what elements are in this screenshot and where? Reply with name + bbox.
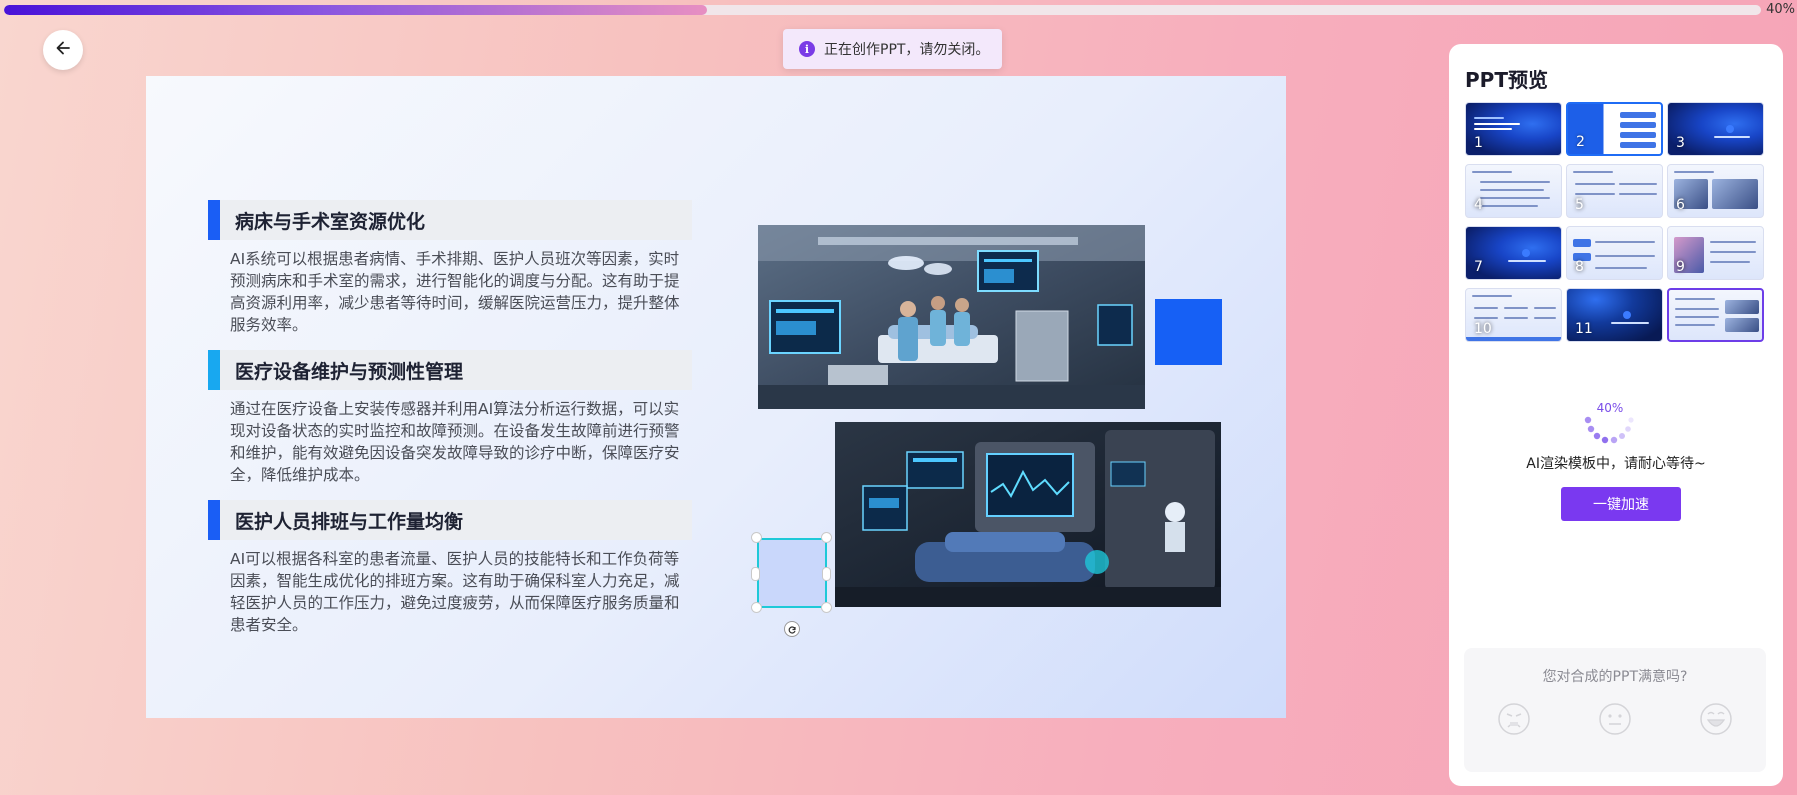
slide-thumbnail-5[interactable]: 5 [1566,164,1663,218]
section-title: 医疗设备维护与预测性管理 [235,360,464,383]
laughing-face-icon[interactable] [1699,702,1733,736]
loader-percent: 40% [1596,401,1624,415]
slide-thumbnail-3[interactable]: 3 [1667,102,1764,156]
feedback-question: 您对合成的PPT满意吗? [1542,669,1688,685]
section-accent-bar [208,200,220,240]
thumbnail-number: 11 [1575,321,1593,337]
section-header: 医疗设备维护与预测性管理 [208,350,692,390]
slide-thumbnail-1[interactable]: 1 [1465,102,1562,156]
back-button[interactable] [43,30,83,70]
thumbnail-number: 8 [1575,259,1584,275]
panel-title: PPT预览 [1465,68,1548,92]
thumbnail-number: 3 [1676,135,1685,151]
thumbnail-grid: 1 2 3 4 5 6 7 8 9 10 11 [1465,102,1765,342]
section-accent-bar [208,500,220,540]
resize-handle-tr[interactable] [821,532,832,543]
speed-up-button[interactable]: 一键加速 [1561,487,1681,521]
toast-text: 正在创作PPT，请勿关闭。 [824,42,990,58]
arrow-left-icon [54,39,72,61]
thumbnail-number: 6 [1676,197,1685,213]
rendering-status-text: AI渲染模板中，请耐心等待~ [1526,456,1706,472]
section-accent-bar [208,350,220,390]
slide-thumbnail-12[interactable]: 12 [1667,288,1764,342]
neutral-face-icon[interactable] [1598,702,1632,736]
resize-handle-bl[interactable] [751,602,762,613]
thumbnail-number: 4 [1474,197,1483,213]
resize-handle-br[interactable] [821,602,832,613]
section-bed-resources[interactable]: 病床与手术室资源优化 AI系统可以根据患者病情、手术排期、医护人员班次等因素，实… [208,200,692,336]
satisfaction-feedback: 您对合成的PPT满意吗? [1464,648,1766,772]
section-staff-scheduling[interactable]: 医护人员排班与工作量均衡 AI可以根据各科室的患者流量、医护人员的技能特长和工作… [208,500,692,636]
resize-handle-tl[interactable] [751,532,762,543]
ppt-preview-panel: PPT预览 1 2 3 4 5 6 7 8 9 10 11 40% AI渲染模板… [1449,44,1783,786]
operating-room-photo[interactable] [758,225,1145,409]
slide-thumbnail-7[interactable]: 7 [1465,226,1562,280]
section-body: AI系统可以根据患者病情、手术排期、医护人员班次等因素，实时预测病床和手术室的需… [230,250,680,334]
decorative-blue-square[interactable] [1155,299,1222,365]
section-title: 医护人员排班与工作量均衡 [235,510,464,533]
rotate-handle[interactable] [784,621,800,637]
rotate-icon [787,620,797,639]
slide-thumbnail-10[interactable]: 10 [1465,288,1562,342]
slide-thumbnail-6[interactable]: 6 [1667,164,1764,218]
progress-bar-fill [4,5,707,15]
section-body: 通过在医疗设备上安装传感器并利用AI算法分析运行数据，可以实现对设备状态的实时监… [230,400,680,484]
thumbnail-number: 10 [1474,321,1492,337]
slide-thumbnail-11[interactable]: 11 [1566,288,1663,342]
slide-thumbnail-4[interactable]: 4 [1465,164,1562,218]
thumbnail-number: 2 [1576,134,1585,150]
thumbnail-number: 9 [1676,259,1685,275]
selected-shape[interactable] [757,538,827,608]
section-header: 病床与手术室资源优化 [208,200,692,240]
info-icon: i [799,41,815,57]
slide-canvas[interactable]: 病床与手术室资源优化 AI系统可以根据患者病情、手术排期、医护人员班次等因素，实… [146,76,1286,718]
section-title: 病床与手术室资源优化 [235,210,426,233]
slide-thumbnail-2[interactable]: 2 [1566,102,1663,156]
section-equipment-maintenance[interactable]: 医疗设备维护与预测性管理 通过在医疗设备上安装传感器并利用AI算法分析运行数据，… [208,350,692,486]
angry-face-icon[interactable] [1497,702,1531,736]
progress-bar [4,5,1761,15]
medical-equipment-photo[interactable] [835,422,1221,607]
resize-handle-right[interactable] [822,567,831,581]
slide-thumbnail-8[interactable]: 8 [1566,226,1663,280]
section-body: AI可以根据各科室的患者流量、医护人员的技能特长和工作负荷等因素，智能生成优化的… [230,550,680,634]
resize-handle-left[interactable] [751,567,760,581]
thumbnail-number: 1 [1474,135,1483,151]
toast-message: i 正在创作PPT，请勿关闭。 [783,29,1002,69]
thumbnail-number: 5 [1575,197,1584,213]
thumbnail-number: 7 [1474,259,1483,275]
progress-percent: 40% [1766,2,1795,17]
slide-thumbnail-9[interactable]: 9 [1667,226,1764,280]
section-header: 医护人员排班与工作量均衡 [208,500,692,540]
loading-spinner: 40% [1582,392,1638,448]
